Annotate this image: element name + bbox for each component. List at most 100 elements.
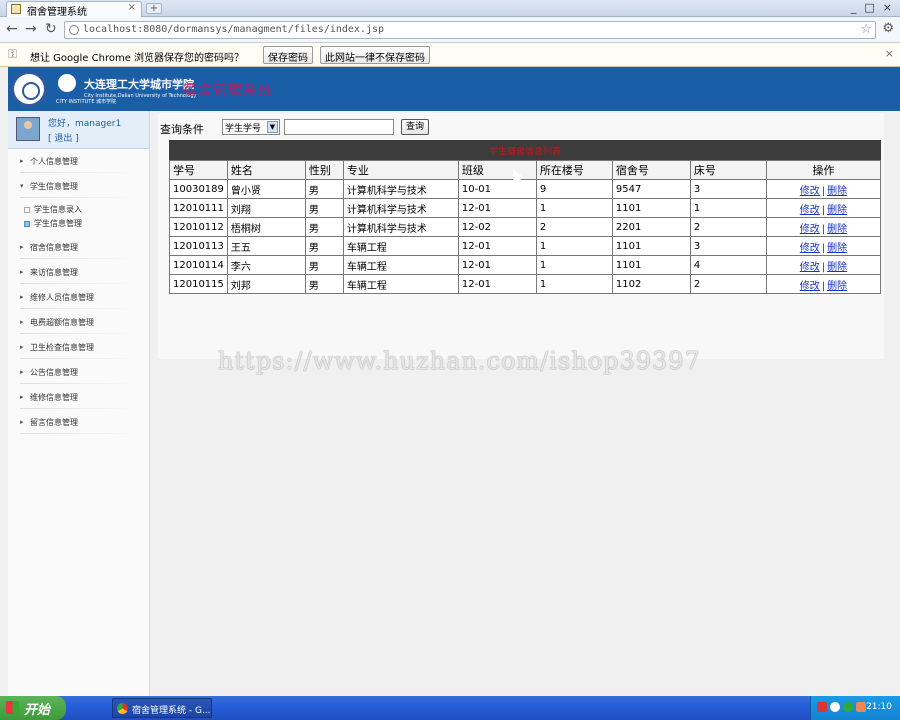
table-cell: 1101 <box>611 255 691 275</box>
sidebar-item-student-info[interactable]: ▾ 学生信息管理 <box>8 174 149 199</box>
table-cell: 梧桐树 <box>226 217 306 237</box>
maximize-button[interactable]: □ <box>864 1 874 14</box>
sidebar-item-electricity-overuse[interactable]: ▸ 电费超额信息管理 <box>8 310 149 335</box>
sidebar-item-visitor-info[interactable]: ▸ 来访信息管理 <box>8 260 149 285</box>
tab-close-icon[interactable]: × <box>128 2 136 13</box>
tab-title: 宿舍管理系统 <box>27 7 87 18</box>
sidebar-item-label: 留言信息管理 <box>30 418 78 427</box>
table-cell: 12-01 <box>457 274 537 294</box>
sidebar-item-label: 维修信息管理 <box>30 393 78 402</box>
table-row: 12010114 李六男车辆工程 12-01 1 1101 4 修改 | 删除 <box>169 255 882 275</box>
chevron-right-icon: ▸ <box>20 157 24 165</box>
sidebar-item-label: 电费超额信息管理 <box>30 318 94 327</box>
new-tab-button[interactable]: + <box>146 3 162 14</box>
query-button[interactable]: 查询 <box>401 119 429 135</box>
chevron-right-icon: ▸ <box>20 293 24 301</box>
column-header: 操作 <box>765 160 882 180</box>
reload-icon[interactable]: ↻ <box>45 21 57 37</box>
avatar <box>16 117 40 141</box>
sidebar-item-personal-info[interactable]: ▸ 个人信息管理 <box>8 149 149 174</box>
table-cell: 12-01 <box>457 236 537 256</box>
table-cell: 9 <box>535 179 613 199</box>
row-actions: 修改 | 删除 <box>765 274 882 294</box>
delete-link[interactable]: 删除 <box>827 281 847 292</box>
row-actions: 修改 | 删除 <box>765 236 882 256</box>
edit-link[interactable]: 修改 <box>800 262 820 273</box>
tray-app-icon[interactable] <box>830 702 840 712</box>
submenu-item-student-manage[interactable]: 学生信息管理 <box>24 218 82 229</box>
never-save-password-button[interactable]: 此网站一律不保存密码 <box>320 46 430 64</box>
table-cell: 2201 <box>611 217 691 237</box>
sidebar-item-repair-info[interactable]: ▸ 维修信息管理 <box>8 385 149 410</box>
submenu-item-student-entry[interactable]: 学生信息录入 <box>24 204 82 215</box>
table-cell: 12-01 <box>457 255 537 275</box>
system-title: 宿舍管理系统 <box>183 83 273 99</box>
sidebar-item-hygiene-check[interactable]: ▸ 卫生检查信息管理 <box>8 335 149 360</box>
minimize-button[interactable]: _ <box>851 1 857 14</box>
save-password-button[interactable]: 保存密码 <box>263 46 313 64</box>
table-cell: 男 <box>304 217 344 237</box>
table-row: 12010115 刘邦男车辆工程 12-01 1 1102 2 修改 | 删除 <box>169 274 882 294</box>
table-cell: 12010114 <box>169 255 228 275</box>
edit-link[interactable]: 修改 <box>800 205 820 216</box>
delete-link[interactable]: 删除 <box>827 262 847 273</box>
table-cell: 10-01 <box>457 179 537 199</box>
table-cell: 1101 <box>611 236 691 256</box>
chrome-icon <box>117 703 128 714</box>
address-bar[interactable]: localhost:8080/dormansys/managment/files… <box>64 21 876 39</box>
wrench-menu-icon[interactable]: ⚙ <box>882 21 894 36</box>
windows-logo-icon <box>6 701 19 714</box>
tray-network-icon[interactable] <box>843 702 853 712</box>
close-window-button[interactable]: × <box>883 1 892 14</box>
back-arrow-icon[interactable]: ← <box>6 21 18 37</box>
delete-link[interactable]: 删除 <box>827 186 847 197</box>
bookmark-star-icon[interactable]: ☆ <box>860 22 872 37</box>
delete-link[interactable]: 删除 <box>827 243 847 254</box>
delete-link[interactable]: 删除 <box>827 224 847 235</box>
query-field-select[interactable]: 学生学号 ▼ <box>222 119 280 135</box>
sidebar-item-message-board[interactable]: ▸ 留言信息管理 <box>8 410 149 435</box>
separator: | <box>821 280 826 292</box>
chevron-right-icon: ▸ <box>20 393 24 401</box>
sidebar-item-repair-staff[interactable]: ▸ 维修人员信息管理 <box>8 285 149 310</box>
column-header: 专业 <box>342 160 459 180</box>
table-cell: 1 <box>535 236 613 256</box>
table-cell: 1 <box>535 274 613 294</box>
logout-link[interactable]: [ 退出 ] <box>48 131 79 144</box>
edit-link[interactable]: 修改 <box>800 224 820 235</box>
delete-link[interactable]: 删除 <box>827 205 847 216</box>
tray-app-icon[interactable] <box>856 702 866 712</box>
column-header: 床号 <box>689 160 767 180</box>
row-actions: 修改 | 删除 <box>765 198 882 218</box>
query-label: 查询条件 <box>160 123 204 136</box>
table-cell: 1 <box>535 255 613 275</box>
browser-tab[interactable]: 宿舍管理系统 × <box>6 1 142 18</box>
table-row: 10030189 曾小贤男计算机科学与技术 10-01 9 9547 3 修改 | 删除 <box>169 179 882 199</box>
taskbar-task-chrome[interactable]: 宿舍管理系统 - G... <box>112 698 212 718</box>
column-header: 宿舍号 <box>611 160 691 180</box>
edit-link[interactable]: 修改 <box>800 281 820 292</box>
infobar-close-icon[interactable]: × <box>885 47 894 60</box>
forward-arrow-icon[interactable]: → <box>25 21 37 37</box>
edit-link[interactable]: 修改 <box>800 186 820 197</box>
start-button[interactable]: 开始 <box>0 696 66 720</box>
table-cell: 计算机科学与技术 <box>342 217 459 237</box>
page-info-icon[interactable] <box>69 25 79 35</box>
sidebar-item-label: 学生信息管理 <box>30 182 78 191</box>
institute-logo-icon <box>56 72 78 94</box>
table-cell: 男 <box>304 198 344 218</box>
url-text[interactable]: localhost:8080/dormansys/managment/files… <box>83 24 384 35</box>
sidebar: 您好，manager1 [ 退出 ] ▸ 个人信息管理 ▾ 学生信息管理 学生信… <box>8 111 150 696</box>
chevron-right-icon: ▸ <box>20 318 24 326</box>
key-icon: ⚿ <box>8 47 18 61</box>
chevron-down-icon: ▾ <box>20 182 24 190</box>
tray-app-icon[interactable] <box>817 702 827 712</box>
edit-link[interactable]: 修改 <box>800 243 820 254</box>
query-input[interactable] <box>284 119 394 135</box>
bullet-icon <box>24 206 30 213</box>
sidebar-item-announcement[interactable]: ▸ 公告信息管理 <box>8 360 149 385</box>
table-caption-bar: 学生宿舍信息列表 <box>169 140 881 160</box>
table-cell: 2 <box>689 217 767 237</box>
sidebar-item-dorm-info[interactable]: ▸ 宿舍信息管理 <box>8 235 149 260</box>
column-header: 班级 <box>457 160 537 180</box>
